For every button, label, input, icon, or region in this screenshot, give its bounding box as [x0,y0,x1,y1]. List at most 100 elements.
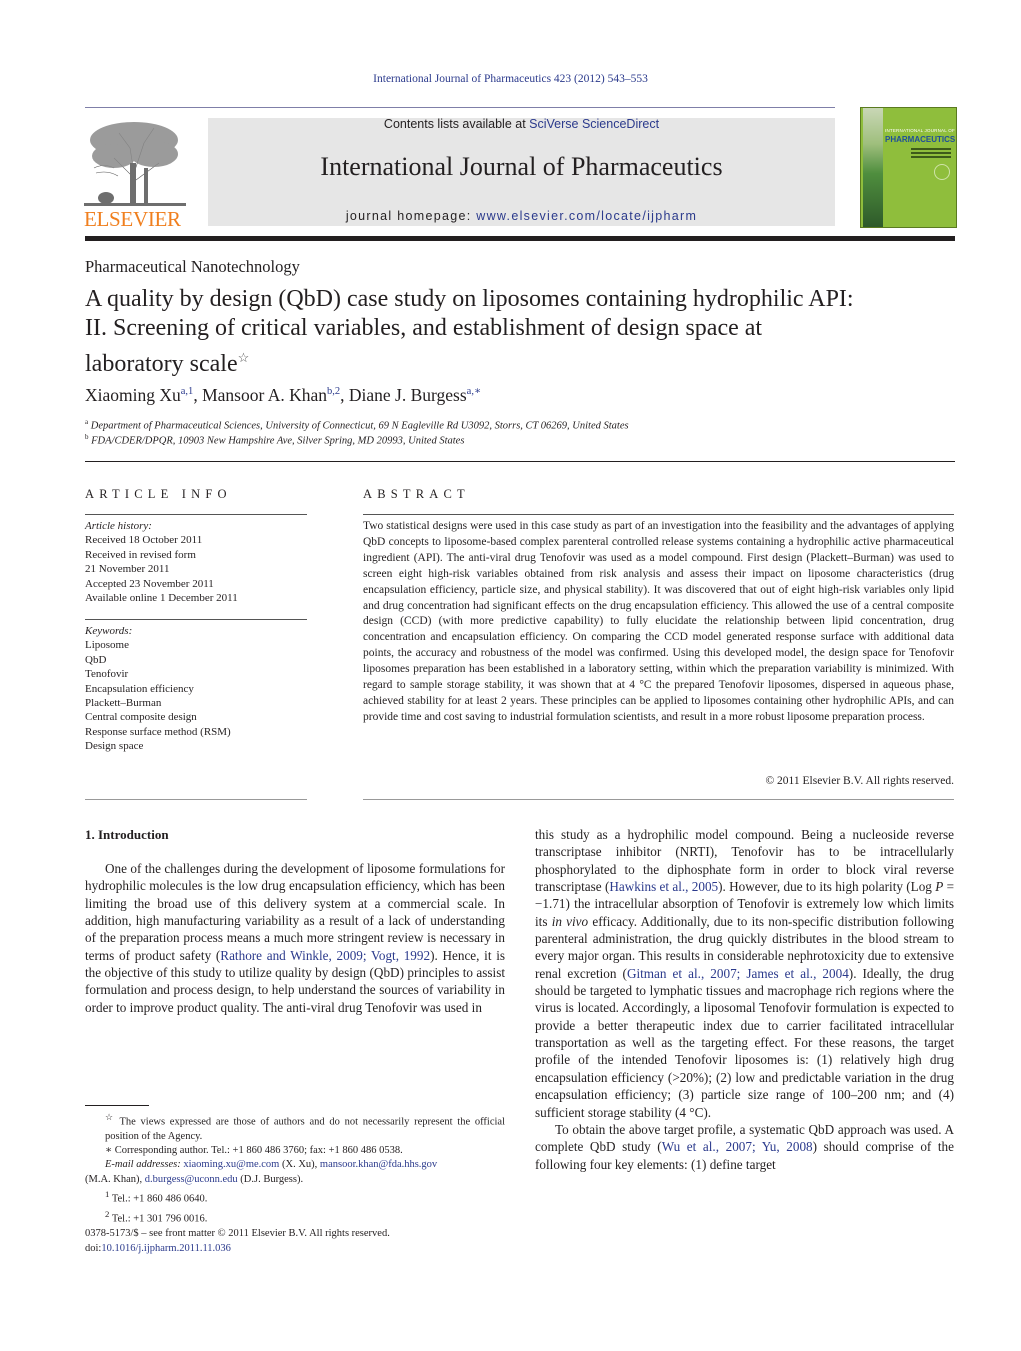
citation-link[interactable]: Wu et al., 2007; Yu, 2008 [662,1139,813,1154]
keyword: Plackett–Burman [85,697,162,710]
footnote-corresponding: ∗ Corresponding author. Tel.: +1 860 486… [85,1144,505,1158]
affiliation-a: a Department of Pharmaceutical Sciences,… [85,418,629,432]
affiliation-mark: a [85,418,89,426]
history-item: Available online 1 December 2011 [85,592,238,605]
history-item: Accepted 23 November 2011 [85,577,214,590]
author-name: Diane J. Burgess [348,385,467,405]
affiliation-b: b FDA/CDER/DPQR, 10903 New Hampshire Ave… [85,433,464,447]
journal-title: International Journal of Pharmaceutics [320,152,723,181]
body-column-right: this study as a hydrophilic model compou… [535,826,954,1173]
email-label: E-mail addresses: [105,1159,181,1171]
title-line-3: laboratory scale☆ [85,343,955,379]
author-list: Xiaoming Xua,1, Mansoor A. Khanb,2, Dian… [85,385,482,405]
footnote-emails: E-mail addresses: xiaoming.xu@me.com (X.… [85,1158,505,1172]
footnote-mark: 1 [105,1188,110,1199]
header-thick-divider [85,236,955,241]
abstract-divider-bottom [363,799,954,800]
abstract-divider-top [363,514,954,515]
keyword: Design space [85,740,144,753]
email-link[interactable]: d.burgess@uconn.edu [145,1174,238,1185]
body-column-left: One of the challenges during the develop… [85,860,505,1016]
contents-prefix: Contents lists available at [383,117,530,131]
paragraph: To obtain the above target profile, a sy… [535,1121,954,1173]
sciencedirect-link[interactable]: SciVerse ScienceDirect [529,117,659,131]
footnotes: ☆ The views expressed are those of autho… [85,1110,505,1227]
email-link[interactable]: xiaoming.xu@me.com [183,1159,279,1170]
cover-main-text: PHARMACEUTICS [885,135,956,144]
doi-prefix: doi: [85,1243,102,1254]
keyword: Liposome [85,639,129,652]
citation-link[interactable]: Gitman et al., 2007; James et al., 2004 [627,966,849,981]
abstract-heading: ABSTRACT [363,487,470,501]
paragraph: this study as a hydrophilic model compou… [535,826,954,1121]
homepage-line: journal homepage: www.elsevier.com/locat… [208,209,835,223]
keyword: QbD [85,653,107,666]
email-owner: (M.A. Khan), [85,1173,143,1185]
homepage-link[interactable]: www.elsevier.com/locate/ijpharm [476,209,697,223]
article-info-divider-bottom [85,799,307,800]
keyword: Tenofovir [85,668,129,681]
elsevier-logo-text: ELSEVIER [84,207,181,231]
contents-line: Contents lists available at SciVerse Sci… [208,117,835,131]
footnote-text: Tel.: +1 301 796 0016. [111,1213,208,1225]
affiliation-text: FDA/CDER/DPQR, 10903 New Hampshire Ave, … [91,435,465,447]
history-item: 21 November 2011 [85,563,170,576]
italic-term: in vivo [551,913,589,929]
author-marks[interactable]: b,2 [327,386,340,397]
footnote-star: ☆ The views expressed are those of autho… [85,1110,505,1144]
article-history: Article history: Received 18 October 201… [85,519,307,605]
paragraph-text: ). However, due to its high polarity (Lo… [718,879,936,895]
doi-line: doi:10.1016/j.ijpharm.2011.11.036 [85,1241,390,1256]
cover-test-tube-graphic [863,108,883,227]
author-name: Mansoor A. Khan [202,385,327,405]
keyword: Central composite design [85,711,197,724]
title-line-1: A quality by design (QbD) case study on … [85,286,854,312]
author-marks[interactable]: a,1 [181,386,194,397]
keyword: Response surface method (RSM) [85,725,231,738]
email-owner: (X. Xu), [281,1159,318,1171]
footnote-mark: 2 [105,1208,110,1219]
history-label: Article history: [85,520,152,532]
keyword: Encapsulation efficiency [85,682,194,695]
keywords: Keywords: Liposome QbD Tenofovir Encapsu… [85,624,307,754]
article-title: A quality by design (QbD) case study on … [85,285,955,379]
journal-cover-image: INTERNATIONAL JOURNAL OF PHARMACEUTICS [860,107,957,228]
author-marks[interactable]: a,∗ [467,386,481,397]
history-item: Received 18 October 2011 [85,534,203,547]
introduction-heading: 1. Introduction [85,827,169,842]
article-section: Pharmaceutical Nanotechnology [85,257,300,276]
abstract-copyright: © 2011 Elsevier B.V. All rights reserved… [765,775,954,787]
paragraph: One of the challenges during the develop… [85,860,505,1016]
email-owner: (D.J. Burgess). [240,1173,304,1185]
author-name: Xiaoming Xu [85,385,181,405]
footnote-1: 1 Tel.: +1 860 486 0640. [85,1187,505,1207]
title-footnote-star-icon[interactable]: ☆ [238,350,250,365]
footnote-emails-cont: (M.A. Khan), d.burgess@uconn.edu (D.J. B… [85,1173,505,1187]
star-icon: ☆ [105,1112,115,1122]
footnote-text: Corresponding author. Tel.: +1 860 486 3… [114,1145,403,1157]
keywords-label: Keywords: [85,625,133,637]
article-info-heading: ARTICLE INFO [85,487,232,501]
front-matter: 0378-5173/$ – see front matter © 2011 El… [85,1226,390,1256]
paragraph-text: ). Ideally, the drug should be targeted … [535,965,954,1120]
top-divider [85,107,835,108]
journal-reference[interactable]: International Journal of Pharmaceutics 4… [0,73,1021,85]
abstract-text: Two statistical designs were used in thi… [363,520,954,723]
homepage-prefix: journal homepage: [345,209,477,223]
footnote-text: Tel.: +1 860 486 0640. [111,1193,208,1205]
cover-subtitle-lines [911,148,951,160]
title-line-3-text: laboratory scale [85,351,238,377]
affiliation-mark: b [85,433,89,441]
doi-link[interactable]: 10.1016/j.ijpharm.2011.11.036 [101,1243,231,1254]
affiliation-text: Department of Pharmaceutical Sciences, U… [90,420,629,432]
title-line-2: II. Screening of critical variables, and… [85,315,763,341]
asterisk-icon: ∗ [105,1145,113,1157]
citation-link[interactable]: Hawkins et al., 2005 [609,879,718,894]
article-info-divider-mid [85,619,307,620]
article-info-divider-top [85,514,307,515]
footnote-text: The views expressed are those of authors… [105,1116,505,1142]
citation-link[interactable]: Rathore and Winkle, 2009; Vogt, 1992 [220,948,430,963]
email-link[interactable]: mansoor.khan@fda.hhs.gov [320,1159,437,1170]
cover-seal-icon [934,164,950,180]
footnote-divider [85,1105,149,1106]
